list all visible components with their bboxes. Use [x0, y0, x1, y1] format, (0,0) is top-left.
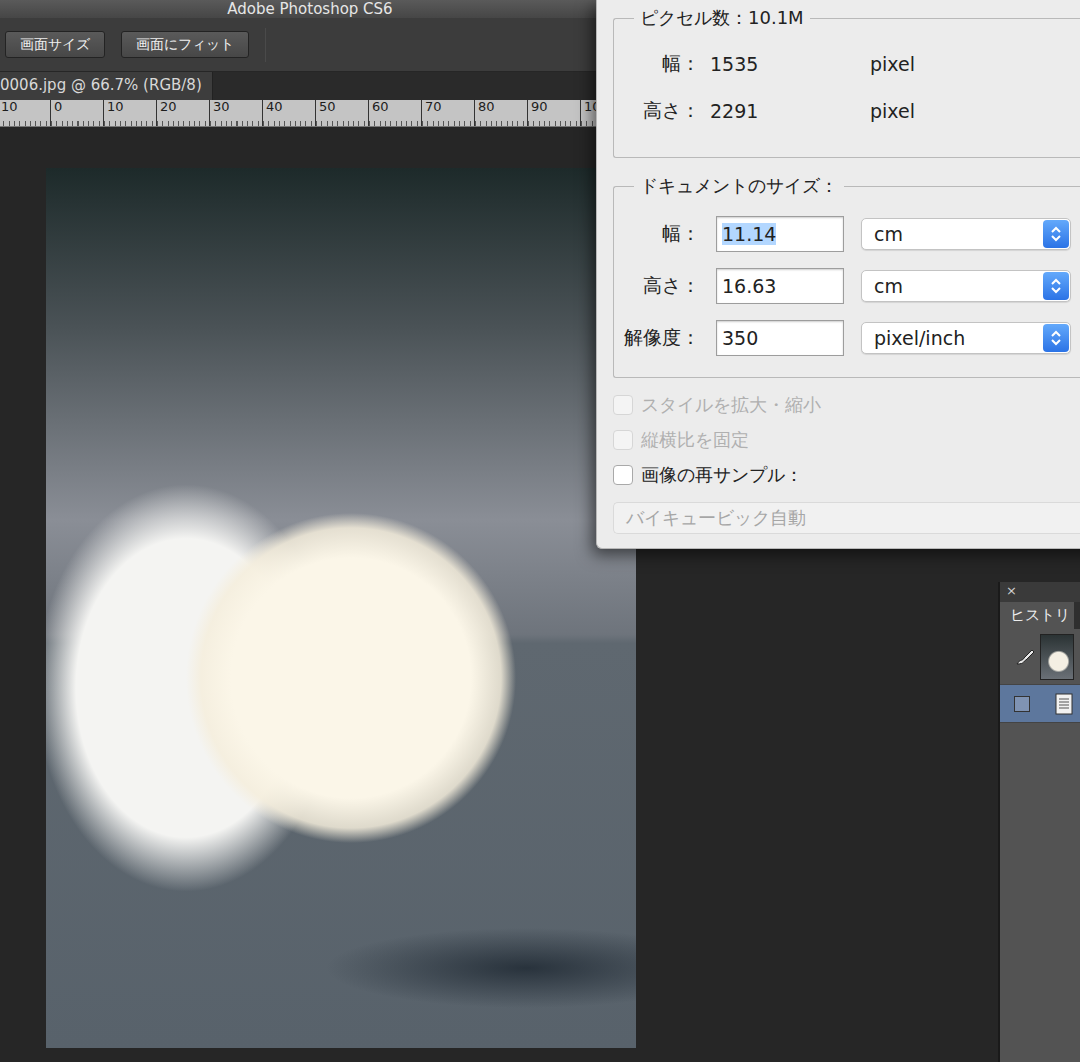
- checkbox-label: 画像の再サンプル：: [641, 463, 803, 487]
- ruler-label: 90: [527, 100, 580, 126]
- row-unit: pixel: [870, 100, 1080, 122]
- ruler-label: 0: [50, 100, 103, 126]
- stepper-arrows-icon: [1050, 225, 1062, 243]
- unit-select-arrow[interactable]: [1043, 272, 1069, 300]
- ruler-label: 80: [474, 100, 527, 126]
- unit-select[interactable]: cm: [861, 218, 1071, 250]
- checkbox-label: 縦横比を固定: [641, 428, 749, 452]
- document-icon: [1054, 692, 1074, 716]
- field-label: 幅：: [614, 221, 700, 247]
- checkbox[interactable]: [613, 465, 633, 485]
- number-input[interactable]: 350: [716, 320, 844, 356]
- group-label: ピクセル数：10.1M: [634, 6, 810, 30]
- unit-select[interactable]: cm: [861, 270, 1071, 302]
- panel-tab-row: ヒストリ: [1000, 602, 1080, 629]
- row-label: 幅：: [614, 51, 700, 77]
- row-value: 1535: [710, 53, 860, 75]
- unit-select-value: pixel/inch: [874, 327, 965, 349]
- toolbar-separator: [265, 28, 266, 62]
- stepper-arrows-icon: [1050, 329, 1062, 347]
- field-label: 解像度：: [614, 325, 700, 351]
- input-text: 16.63: [722, 275, 776, 297]
- history-source-box[interactable]: [1014, 696, 1030, 712]
- checkbox: [613, 430, 633, 450]
- group-label: ドキュメントのサイズ：: [634, 174, 844, 198]
- pixel-row: 高さ： 2291 pixel: [614, 87, 1080, 134]
- history-brush-icon[interactable]: [1014, 647, 1036, 667]
- unit-select-value: cm: [874, 223, 903, 245]
- option-checkbox-row: スタイルを拡大・縮小: [613, 392, 1080, 418]
- size-field-row: 高さ： 16.63 cm: [614, 260, 1080, 312]
- row-label: 高さ：: [614, 98, 700, 124]
- snapshot-thumbnail: [1040, 634, 1074, 680]
- document-size-group: ドキュメントのサイズ： 幅： 11.14 cm 高さ： 16.63 cm 解像度： 350 pix…: [613, 174, 1080, 378]
- number-input[interactable]: 16.63: [716, 268, 844, 304]
- checkbox: [613, 395, 633, 415]
- number-input[interactable]: 11.14: [716, 216, 844, 252]
- ruler-label: 10: [0, 100, 50, 126]
- unit-select[interactable]: pixel/inch: [861, 322, 1071, 354]
- ruler-label: 50: [315, 100, 368, 126]
- image-size-dialog: ピクセル数：10.1M 幅： 1535 pixel 高さ： 2291 pixel ドキュメント…: [596, 0, 1080, 549]
- pixel-row: 幅： 1535 pixel: [614, 40, 1080, 87]
- stepper-arrows-icon: [1050, 277, 1062, 295]
- history-tab[interactable]: ヒストリ: [1000, 602, 1074, 629]
- resample-method-select: バイキュービック自動: [613, 502, 1080, 534]
- option-checkbox-row[interactable]: 画像の再サンプル：: [613, 462, 1080, 488]
- unit-select-arrow[interactable]: [1043, 324, 1069, 352]
- row-unit: pixel: [870, 53, 1080, 75]
- photoshop-window: Adobe Photoshop CS6 画面サイズ画面にフィット 0006.jpg …: [0, 0, 1080, 1062]
- panel-body: [1000, 723, 1080, 1062]
- checkbox-label: スタイルを拡大・縮小: [641, 393, 821, 417]
- size-field-row: 幅： 11.14 cm: [614, 208, 1080, 260]
- ruler-label: 20: [156, 100, 209, 126]
- unit-select-value: cm: [874, 275, 903, 297]
- document-tab[interactable]: 0006.jpg @ 66.7% (RGB/8): [0, 72, 213, 100]
- document-photo: [46, 168, 636, 1048]
- history-item[interactable]: [1000, 629, 1080, 685]
- size-field-row: 解像度： 350 pixel/inch: [614, 312, 1080, 364]
- app-title: Adobe Photoshop CS6: [0, 1, 620, 18]
- ruler-label: 10: [103, 100, 156, 126]
- row-value: 2291: [710, 100, 860, 122]
- history-item[interactable]: [1000, 685, 1080, 723]
- option-checkbox-row: 縦横比を固定: [613, 427, 1080, 453]
- input-text: 350: [722, 327, 758, 349]
- ruler-label: 70: [421, 100, 474, 126]
- unit-select-arrow[interactable]: [1043, 220, 1069, 248]
- input-text: 11.14: [722, 223, 776, 245]
- ruler-label: 30: [209, 100, 262, 126]
- history-panel: ×ヒストリ: [998, 582, 1080, 1062]
- toolbar-button[interactable]: 画面にフィット: [121, 31, 249, 58]
- field-label: 高さ：: [614, 273, 700, 299]
- ruler-label: 40: [262, 100, 315, 126]
- panel-close-button[interactable]: ×: [1000, 582, 1080, 602]
- options-list: スタイルを拡大・縮小縦横比を固定画像の再サンプル：: [613, 392, 1080, 488]
- toolbar-button[interactable]: 画面サイズ: [5, 31, 105, 58]
- ruler-label: 60: [368, 100, 421, 126]
- pixel-dimensions-group: ピクセル数：10.1M 幅： 1535 pixel 高さ： 2291 pixel: [613, 6, 1080, 158]
